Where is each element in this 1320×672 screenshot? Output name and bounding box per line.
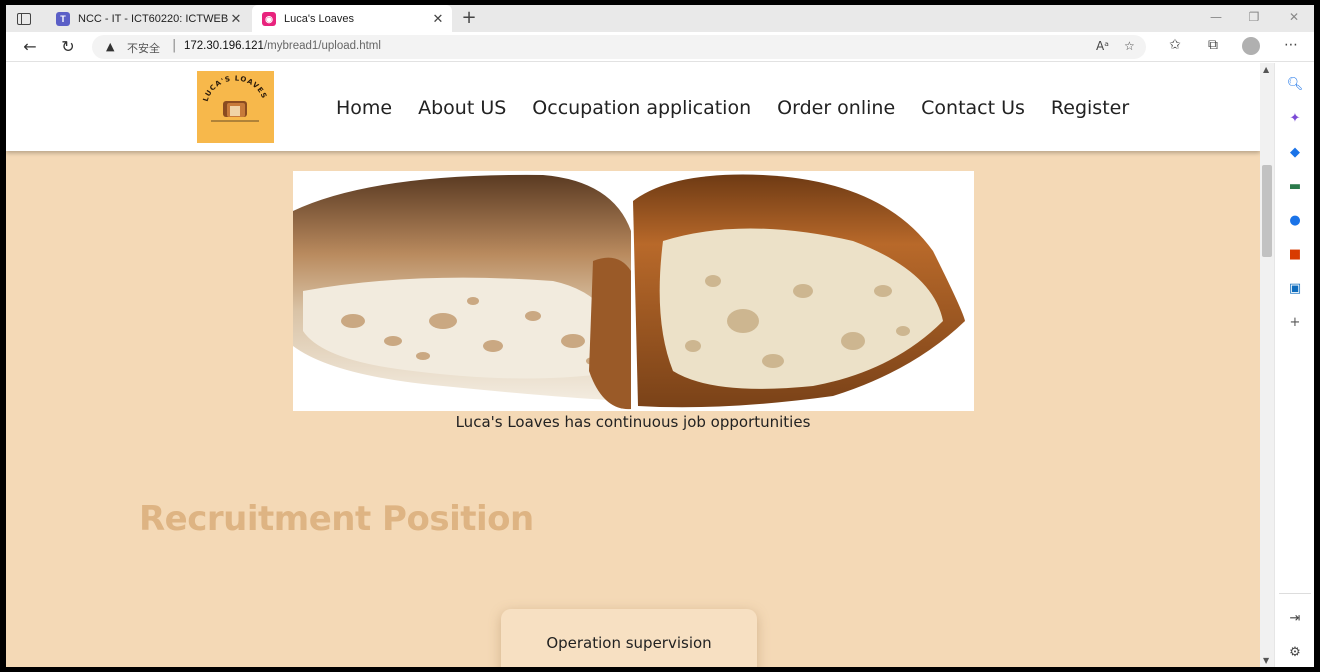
tab-title: NCC - IT - ICT60220: ICTWEB513 <box>78 12 228 25</box>
edge-sidebar: 🔍︎ ✦ ◆ ▬ ● ■ ▣ + ⇥ ⚙ <box>1274 63 1314 667</box>
url-host: 172.30.196.121 <box>184 40 264 52</box>
favorites-icon[interactable]: ✩ <box>1164 37 1186 53</box>
tab-actions-icon[interactable] <box>14 9 34 29</box>
restore-icon[interactable]: ❐ <box>1242 10 1266 24</box>
svg-text:LUCA'S LOAVES: LUCA'S LOAVES <box>202 74 269 102</box>
scrollbar-thumb[interactable] <box>1262 165 1272 257</box>
address-bar-row: ← ↻ ▲ 不安全 | 172.30.196.121/mybread1/uplo… <box>6 32 1314 62</box>
outlook-icon[interactable]: ▣ <box>1286 279 1304 297</box>
tab-lucas-loaves[interactable]: ◉ Luca's Loaves ✕ <box>252 5 452 33</box>
nav-occupation-application[interactable]: Occupation application <box>532 97 751 119</box>
more-menu-icon[interactable]: ⋯ <box>1280 37 1302 53</box>
hide-sidebar-icon[interactable]: ⇥ <box>1286 609 1304 627</box>
scroll-up-icon[interactable]: ▲ <box>1263 65 1269 74</box>
position-card[interactable]: Operation supervision <box>501 609 757 667</box>
main-nav: Home About US Occupation application Ord… <box>336 97 1129 119</box>
browser-window: T NCC - IT - ICT60220: ICTWEB513 ✕ ◉ Luc… <box>6 5 1314 667</box>
collections-icon[interactable]: ⧉ <box>1202 37 1224 53</box>
favorite-add-icon[interactable]: ☆ <box>1124 39 1135 53</box>
tab-ncc[interactable]: T NCC - IT - ICT60220: ICTWEB513 ✕ <box>46 5 250 32</box>
position-card-label: Operation supervision <box>546 634 712 652</box>
copilot-icon[interactable]: ✦ <box>1286 109 1304 127</box>
close-tab-icon[interactable]: ✕ <box>228 11 244 27</box>
sidebar-divider <box>1279 593 1311 594</box>
section-heading: Recruitment Position <box>139 499 534 539</box>
page-scrollbar[interactable]: ▲ ▼ <box>1260 63 1274 667</box>
search-icon[interactable]: 🔍︎ <box>1286 75 1304 93</box>
shopping-icon[interactable]: ◆ <box>1286 143 1304 161</box>
page-viewport: LUCA'S LOAVES Home About US Occupation a… <box>6 63 1260 667</box>
site-logo[interactable]: LUCA'S LOAVES <box>197 71 274 143</box>
url-separator: | <box>172 38 177 53</box>
site-header: LUCA'S LOAVES Home About US Occupation a… <box>6 63 1260 151</box>
close-window-icon[interactable]: ✕ <box>1282 10 1306 24</box>
minimize-icon[interactable]: — <box>1204 10 1228 24</box>
settings-icon[interactable]: ⚙ <box>1286 643 1304 661</box>
url-text[interactable]: 172.30.196.121/mybread1/upload.html <box>184 40 381 52</box>
profile-avatar[interactable] <box>1242 37 1260 55</box>
teams-icon: T <box>56 11 70 26</box>
nav-register[interactable]: Register <box>1051 97 1129 119</box>
close-tab-icon[interactable]: ✕ <box>430 11 446 27</box>
address-bar[interactable]: ▲ 不安全 | 172.30.196.121/mybread1/upload.h… <box>92 35 1146 59</box>
nav-about-us[interactable]: About US <box>418 97 506 119</box>
hero-bread-image <box>293 171 974 411</box>
add-icon[interactable]: + <box>1286 313 1304 331</box>
tab-title: Luca's Loaves <box>284 13 354 25</box>
url-path: /mybread1/upload.html <box>263 40 381 52</box>
tab-strip: T NCC - IT - ICT60220: ICTWEB513 ✕ ◉ Luc… <box>6 5 1314 33</box>
tools-icon[interactable]: ▬ <box>1286 177 1304 195</box>
nav-home[interactable]: Home <box>336 97 392 119</box>
people-icon[interactable]: ● <box>1286 211 1304 229</box>
read-aloud-icon[interactable]: Aᵃ <box>1096 39 1109 53</box>
security-label[interactable]: 不安全 <box>127 40 160 56</box>
refresh-icon[interactable]: ↻ <box>56 36 80 58</box>
nav-order-online[interactable]: Order online <box>777 97 895 119</box>
nav-contact-us[interactable]: Contact Us <box>921 97 1025 119</box>
scroll-down-icon[interactable]: ▼ <box>1263 656 1269 665</box>
new-tab-button[interactable]: + <box>458 8 480 30</box>
warning-icon[interactable]: ▲ <box>106 40 114 53</box>
site-favicon-icon: ◉ <box>262 12 276 26</box>
back-icon[interactable]: ← <box>18 36 42 58</box>
office-icon[interactable]: ■ <box>1286 245 1304 263</box>
logo-text: LUCA'S LOAVES <box>202 74 268 102</box>
hero-caption: Luca's Loaves has continuous job opportu… <box>455 413 811 431</box>
